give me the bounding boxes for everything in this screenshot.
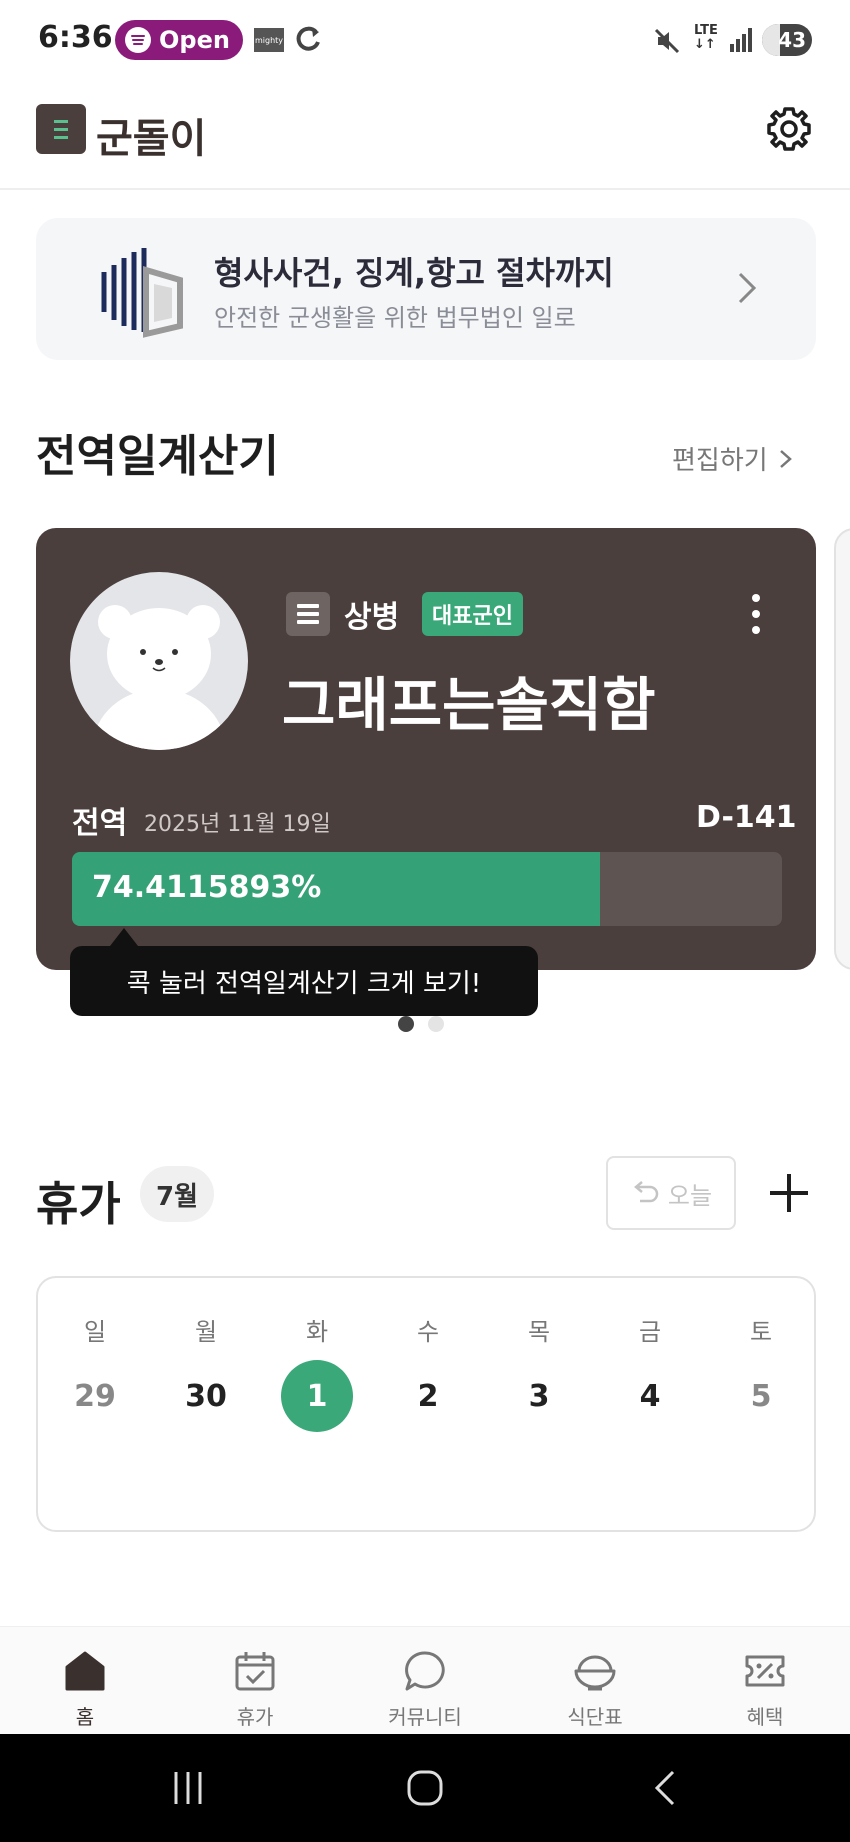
law-firm-logo — [101, 248, 183, 338]
tooltip-arrow — [110, 928, 138, 946]
discharge-date: 2025년 11월 19일 — [144, 812, 331, 837]
calendar-date-selected: 1 — [281, 1360, 353, 1432]
month-chip[interactable]: 7월 — [140, 1166, 215, 1222]
calendar-weekday: 금 — [638, 1318, 662, 1346]
discharge-label: 전역 — [72, 806, 128, 841]
carousel-page-indicator — [398, 1016, 444, 1032]
sync-icon — [296, 26, 320, 51]
signal-icon — [730, 28, 752, 52]
nav-item-menu[interactable]: 식단표 — [510, 1627, 680, 1735]
calendar-weekday: 토 — [749, 1318, 773, 1346]
soldier-name: 그래프는솔직함 — [282, 671, 656, 739]
app-header: 군돌이 — [0, 82, 850, 190]
rice-bowl-icon — [574, 1655, 616, 1691]
calendar-weekday: 월 — [194, 1318, 218, 1346]
coupon-icon — [745, 1655, 785, 1687]
nav-item-benefits[interactable]: 혜택 — [680, 1627, 850, 1735]
service-progress-text: 74.4115893% — [92, 870, 322, 905]
discharge-section-title: 전역일계산기 — [36, 431, 279, 482]
spotify-open-chip[interactable]: Open — [115, 20, 243, 60]
vacation-section-title: 휴가 — [36, 1177, 121, 1231]
bear-avatar-icon — [93, 605, 225, 750]
calendar-date: 30 — [185, 1378, 227, 1414]
back-icon[interactable] — [645, 1768, 685, 1808]
ad-banner[interactable]: 형사사건, 징계,항고 절차까지 안전한 군생활을 위한 법무법인 일로 — [36, 218, 816, 360]
nav-label: 홈 — [75, 1705, 95, 1729]
nav-label: 혜택 — [746, 1705, 784, 1729]
nav-label: 커뮤니티 — [388, 1705, 462, 1729]
mighty-app-icon: mighty — [254, 28, 284, 52]
dday-count: D-141 — [696, 800, 797, 835]
discharge-card[interactable]: 상병 대표군인 그래프는솔직함 전역 2025년 11월 19일 D-141 7… — [36, 528, 816, 970]
calendar-date: 29 — [74, 1378, 116, 1414]
calendar-weekday: 화 — [305, 1318, 329, 1346]
status-bar: 6:36 Open mighty LTE ↓↑ 43 — [0, 0, 850, 82]
app-title: 군돌이 — [96, 116, 207, 162]
calendar-day[interactable]: 일 29 — [40, 1278, 150, 1478]
calendar-day[interactable]: 화 1 — [262, 1278, 372, 1478]
calendar-day[interactable]: 목 3 — [484, 1278, 594, 1478]
spotify-open-label: Open — [159, 26, 230, 54]
tooltip[interactable]: 콕 눌러 전역일계산기 크게 보기! — [70, 946, 538, 1016]
nav-item-home[interactable]: 홈 — [0, 1627, 170, 1735]
battery-indicator: 43 — [762, 24, 812, 56]
recent-apps-icon[interactable] — [168, 1768, 208, 1808]
add-vacation-button[interactable] — [766, 1170, 812, 1216]
chat-bubble-icon — [405, 1651, 445, 1691]
undo-icon — [633, 1181, 659, 1203]
rank-label: 상병 — [344, 600, 400, 635]
ad-title: 형사사건, 징계,항고 절차까지 — [214, 254, 614, 292]
nav-item-vacation[interactable]: 휴가 — [170, 1627, 340, 1735]
edit-link-label: 편집하기 — [672, 446, 768, 476]
today-button[interactable]: 오늘 — [606, 1156, 736, 1230]
calendar-day[interactable]: 월 30 — [151, 1278, 261, 1478]
calendar-weekday: 일 — [83, 1318, 107, 1346]
chevron-right-icon — [779, 449, 792, 468]
system-navigation-bar — [0, 1734, 850, 1842]
calendar-check-icon — [235, 1652, 275, 1691]
representative-badge: 대표군인 — [422, 592, 523, 636]
edit-link[interactable]: 편집하기 — [672, 440, 794, 477]
nav-label: 휴가 — [236, 1705, 274, 1729]
home-button-icon[interactable] — [405, 1768, 445, 1808]
calendar-date: 5 — [750, 1378, 772, 1414]
ad-subtitle: 안전한 군생활을 위한 법무법인 일로 — [214, 304, 576, 332]
status-time: 6:36 — [38, 20, 113, 55]
calendar-date: 4 — [639, 1378, 661, 1414]
rank-insignia-icon — [286, 592, 330, 636]
mute-icon — [654, 28, 680, 54]
gear-icon[interactable] — [764, 104, 814, 154]
week-calendar: 일 29 월 30 화 1 수 2 목 3 금 4 토 5 — [36, 1276, 816, 1532]
nav-item-community[interactable]: 커뮤니티 — [340, 1627, 510, 1735]
bottom-nav: 홈 휴가 커뮤니티 식단표 혜택 — [0, 1626, 850, 1734]
calendar-weekday: 목 — [527, 1318, 551, 1346]
next-card-peek[interactable] — [834, 528, 850, 970]
calendar-date: 2 — [417, 1378, 439, 1414]
spotify-icon — [125, 27, 151, 53]
lte-label: LTE ↓↑ — [694, 23, 718, 52]
more-options-icon[interactable] — [750, 594, 762, 634]
calendar-weekday: 수 — [416, 1318, 440, 1346]
calendar-day[interactable]: 금 4 — [595, 1278, 705, 1478]
home-icon — [65, 1651, 105, 1691]
service-progress-bar: 74.4115893% — [72, 852, 782, 926]
calendar-day[interactable]: 토 5 — [706, 1278, 816, 1478]
nav-label: 식단표 — [567, 1705, 623, 1729]
calendar-day[interactable]: 수 2 — [373, 1278, 483, 1478]
chevron-right-icon — [738, 272, 757, 304]
page-dot-active[interactable] — [398, 1016, 414, 1032]
app-menu-icon[interactable] — [36, 104, 86, 154]
calendar-date: 3 — [528, 1378, 550, 1414]
today-button-label: 오늘 — [667, 1181, 713, 1210]
avatar — [70, 572, 248, 750]
page-dot[interactable] — [428, 1016, 444, 1032]
